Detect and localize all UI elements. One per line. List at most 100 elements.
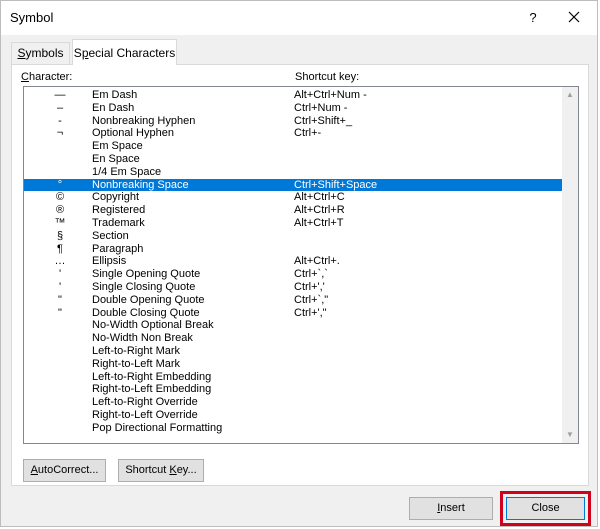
list-item[interactable]: Right-to-Left Override [24,409,564,422]
help-button[interactable]: ? [523,7,543,29]
scroll-down-icon[interactable]: ▼ [562,427,578,443]
character-cell: ¶ [57,242,63,255]
character-cell: § [56,229,64,242]
list-item[interactable]: … Ellipsis Alt+Ctrl+. [24,255,564,268]
close-icon [568,11,580,23]
character-name-cell: Paragraph [92,242,144,255]
character-name-cell: Registered [92,204,146,217]
shortcut-key-button[interactable]: Shortcut Key... [118,459,204,482]
close-button[interactable]: Close [506,497,585,520]
character-cell: " [58,293,62,306]
character-cell: ' [58,268,62,281]
character-cell: ® [55,204,65,217]
character-name-cell: Em Space [92,140,143,153]
list-item[interactable]: Left-to-Right Override [24,396,564,409]
character-name-cell: Nonbreaking Space [92,178,189,191]
title-bar: Symbol ? [1,1,597,35]
character-name-cell: Optional Hyphen [92,127,174,140]
list-item[interactable]: No-Width Optional Break [24,319,564,332]
character-name-cell: En Space [92,152,140,165]
character-name-cell: Right-to-Left Mark [92,357,181,370]
list-item[interactable]: Right-to-Left Mark [24,358,564,371]
character-name-cell: Left-to-Right Mark [92,344,181,357]
character-cell: … [54,255,66,268]
list-item[interactable]: En Space [24,153,564,166]
tab-symbols[interactable]: Symbols [11,42,70,64]
character-cell: - [58,114,62,127]
character-cell: ' [58,280,62,293]
character-cell: – [56,101,64,114]
symbol-dialog: Symbol ? Symbols Special Characters Char… [0,0,598,527]
insert-button[interactable]: Insert [409,497,493,520]
list-item[interactable]: - Nonbreaking Hyphen Ctrl+Shift+_ [24,115,564,128]
shortcut-cell: Alt+Ctrl+R [294,204,345,217]
shortcut-cell: Ctrl+`," [294,293,329,306]
character-cell: ° [57,178,63,191]
shortcut-cell: Alt+Ctrl+C [294,191,345,204]
character-name-cell: Single Opening Quote [92,268,201,281]
shortcut-column-header: Shortcut key: [295,71,360,83]
character-cell: © [55,191,65,204]
shortcut-cell: Alt+Ctrl+T [294,216,344,229]
character-name-cell: Double Opening Quote [92,293,205,306]
list-item[interactable]: ' Single Opening Quote Ctrl+`,` [24,268,564,281]
list-item[interactable]: — Em Dash Alt+Ctrl+Num - [24,89,564,102]
shortcut-cell: Ctrl+- [294,127,322,140]
shortcut-cell: Ctrl+Shift+_ [294,114,353,127]
character-name-cell: Single Closing Quote [92,280,196,293]
list-item[interactable]: No-Width Non Break [24,332,564,345]
character-name-cell: Pop Directional Formatting [92,421,223,434]
tab-special-characters[interactable]: Special Characters [72,39,177,65]
special-characters-list[interactable]: — Em Dash Alt+Ctrl+Num - – En Dash Ctrl+Num -… [23,86,579,444]
character-name-cell: No-Width Non Break [92,332,193,345]
list-item[interactable]: – En Dash Ctrl+Num - [24,102,564,115]
autocorrect-button[interactable]: AutoCorrect... [23,459,106,482]
shortcut-cell: Ctrl+',' [294,280,325,293]
list-item[interactable]: ' Single Closing Quote Ctrl+',' [24,281,564,294]
close-window-button[interactable] [561,7,587,29]
shortcut-cell: Ctrl+'," [294,306,327,319]
character-cell: ¬ [56,127,64,140]
character-column-header: Character: [21,71,73,83]
character-cell: ™ [54,216,66,229]
list-item[interactable]: ° Nonbreaking Space Ctrl+Shift+Space [24,178,564,192]
special-characters-panel: Character: Shortcut key: — Em Dash Alt+Ctr… [11,64,589,486]
list-item[interactable]: " Double Closing Quote Ctrl+'," [24,307,564,320]
character-name-cell: Ellipsis [92,255,127,268]
list-item[interactable]: ® Registered Alt+Ctrl+R [24,204,564,217]
character-name-cell: Nonbreaking Hyphen [92,114,196,127]
dialog-title: Symbol [10,10,54,25]
character-name-cell: 1/4 Em Space [92,165,162,178]
character-name-cell: Double Closing Quote [92,306,200,319]
list-item[interactable]: ¶ Paragraph [24,243,564,256]
list-item[interactable]: Em Space [24,140,564,153]
character-cell: — [54,89,66,101]
list-item[interactable]: 1/4 Em Space [24,166,564,179]
character-name-cell: Right-to-Left Embedding [92,383,212,396]
list-item[interactable]: Left-to-Right Embedding [24,371,564,384]
character-name-cell: Em Dash [92,89,138,101]
character-name-cell: Left-to-Right Embedding [92,370,212,383]
character-name-cell: Right-to-Left Override [92,408,198,421]
shortcut-cell: Ctrl+Num - [294,101,348,114]
list-item[interactable]: " Double Opening Quote Ctrl+`," [24,294,564,307]
shortcut-cell: Alt+Ctrl+. [294,255,340,268]
character-name-cell: No-Width Optional Break [92,319,214,332]
character-name-cell: Trademark [92,216,145,229]
character-name-cell: Left-to-Right Override [92,396,198,409]
list-item[interactable]: © Copyright Alt+Ctrl+C [24,191,564,204]
shortcut-cell: Alt+Ctrl+Num - [294,89,367,101]
list-item[interactable]: ™ Trademark Alt+Ctrl+T [24,217,564,230]
shortcut-cell: Ctrl+Shift+Space [294,178,378,191]
list-item[interactable]: Left-to-Right Mark [24,345,564,358]
list-item[interactable]: § Section [24,230,564,243]
list-item[interactable]: Right-to-Left Embedding [24,383,564,396]
character-cell: " [58,306,62,319]
scroll-up-icon[interactable]: ▲ [562,87,578,103]
character-name-cell: Section [92,229,129,242]
character-name-cell: Copyright [92,191,140,204]
vertical-scrollbar[interactable]: ▲ ▼ [562,87,578,443]
list-item[interactable]: ¬ Optional Hyphen Ctrl+- [24,127,564,140]
list-item[interactable]: Pop Directional Formatting [24,422,564,435]
shortcut-cell: Ctrl+`,` [294,268,328,281]
